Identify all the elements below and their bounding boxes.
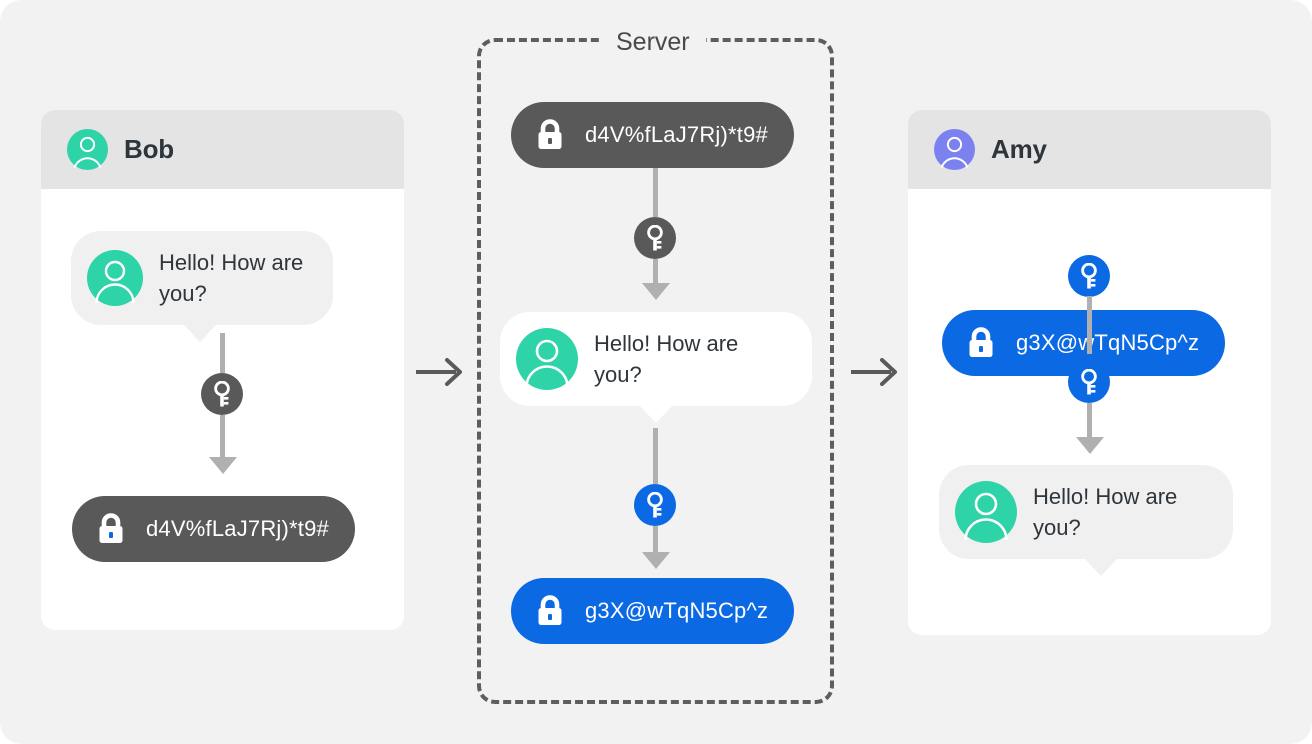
connector-line: [1087, 403, 1092, 439]
server-encrypted-out-text: g3X@wTqN5Cp^z: [585, 598, 769, 623]
sender-panel-bob: Bob Hello! How are you? d4V%fLaJ7Rj)*t9#: [41, 110, 404, 630]
key-icon[interactable]: [1068, 255, 1110, 297]
server-encrypted-in-text: d4V%fLaJ7Rj)*t9#: [585, 122, 768, 147]
receiver-panel-header: Amy: [908, 110, 1271, 189]
bubble-tail: [1084, 558, 1118, 576]
bubble-tail: [639, 405, 673, 423]
flow-arrow-to-receiver: [849, 355, 901, 389]
receiver-encrypted-text: g3X@wTqN5Cp^z: [1016, 330, 1200, 355]
server-chat-bubble-text: Hello! How are you?: [594, 331, 739, 387]
key-icon-decrypt[interactable]: [634, 217, 676, 259]
key-icon-decrypt-receiver[interactable]: [1068, 361, 1110, 403]
connector-line: [220, 415, 225, 459]
receiver-name: Amy: [991, 134, 1047, 164]
lock-icon: [99, 513, 123, 543]
avatar: [67, 129, 108, 170]
flow-arrow-to-server: [414, 355, 466, 389]
connector-line: [653, 259, 658, 285]
avatar: [934, 129, 975, 170]
connector-line: [653, 428, 658, 484]
sender-name: Bob: [124, 134, 174, 164]
receiver-chat-bubble-text: Hello! How are you?: [1033, 484, 1178, 540]
connector-line: [220, 333, 225, 373]
lock-icon: [538, 119, 562, 149]
sender-panel-header: Bob: [41, 110, 404, 189]
encrypted-message-pill[interactable]: d4V%fLaJ7Rj)*t9#: [72, 496, 355, 562]
arrow-down-icon: [641, 283, 670, 300]
avatar: [87, 250, 143, 306]
arrow-down-icon: [641, 552, 670, 569]
encrypted-message-text: d4V%fLaJ7Rj)*t9#: [146, 516, 329, 541]
avatar: [955, 481, 1017, 543]
arrow-down-icon: [208, 457, 237, 474]
server-encrypted-out-pill[interactable]: g3X@wTqN5Cp^z: [511, 578, 795, 644]
sender-panel-body: Hello! How are you? d4V%fLaJ7Rj)*t9#: [41, 189, 404, 630]
server-label: Server: [600, 26, 706, 58]
lock-icon: [969, 327, 993, 357]
connector-line: [653, 526, 658, 554]
connector-line: [1087, 296, 1092, 354]
server-encrypted-in-pill[interactable]: d4V%fLaJ7Rj)*t9#: [511, 102, 794, 168]
lock-icon: [538, 595, 562, 625]
avatar: [516, 328, 578, 390]
receiver-chat-bubble-plaintext[interactable]: Hello! How are you?: [939, 465, 1233, 576]
key-icon[interactable]: [201, 373, 243, 415]
server-chat-bubble-plaintext[interactable]: Hello! How are you?: [500, 312, 812, 423]
bubble-tail: [183, 324, 217, 342]
arrow-down-icon: [1075, 437, 1104, 454]
chat-bubble-plaintext[interactable]: Hello! How are you?: [71, 231, 333, 342]
diagram-canvas: Bob Hello! How are you? d4V%fLaJ7Rj)*t9#…: [0, 0, 1312, 744]
connector-line: [653, 168, 658, 217]
chat-bubble-text: Hello! How are you?: [159, 250, 304, 306]
key-icon-encrypt[interactable]: [634, 484, 676, 526]
